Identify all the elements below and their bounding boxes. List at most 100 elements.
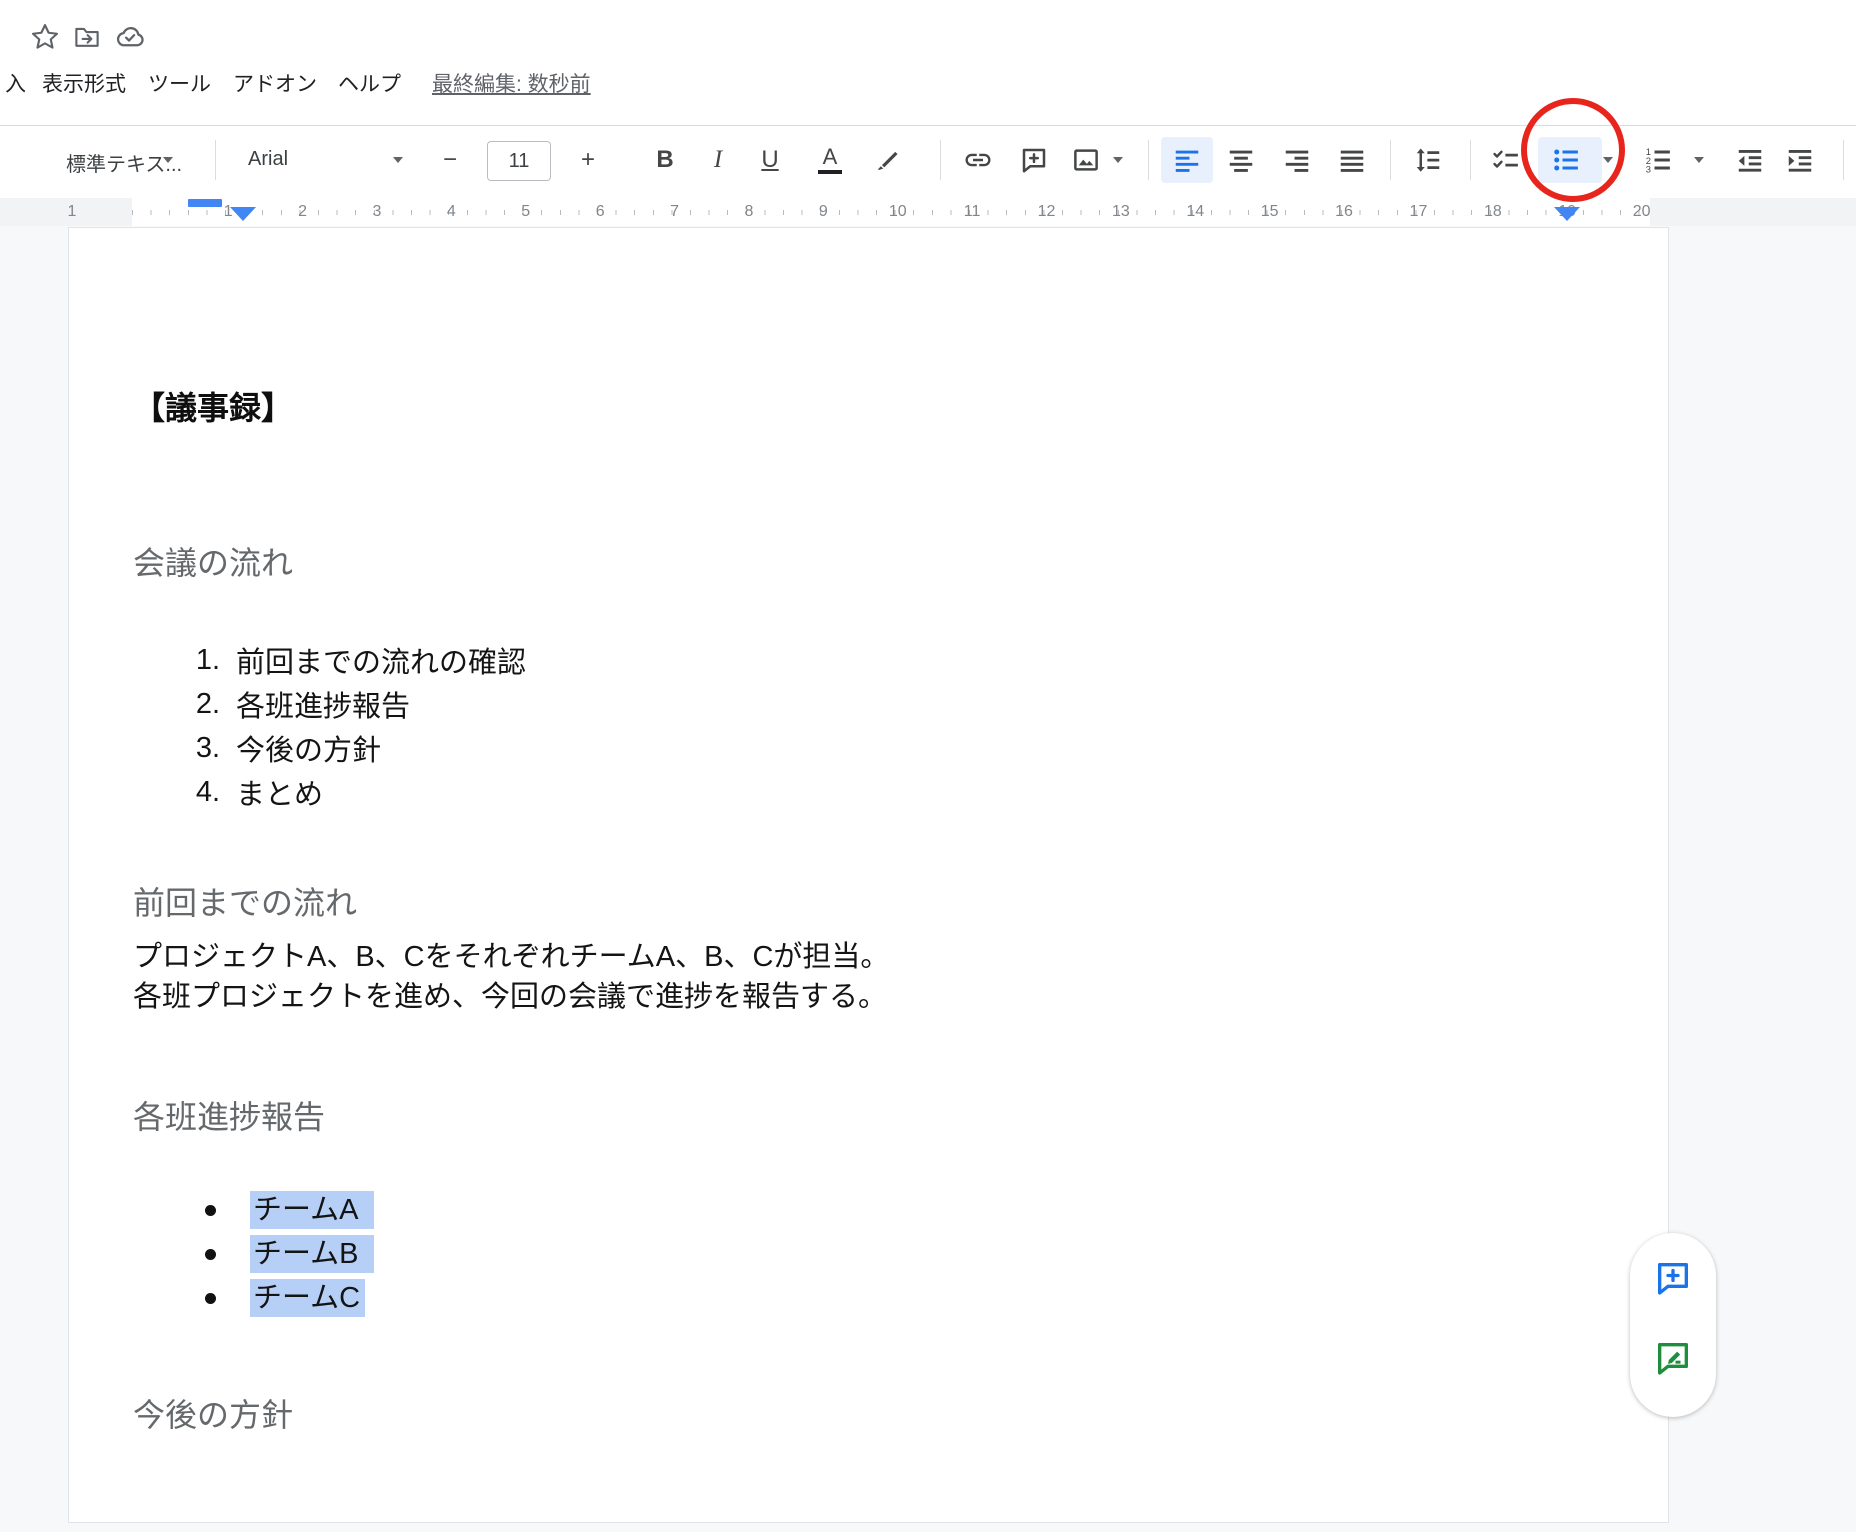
increase-font-size-button[interactable]: + xyxy=(566,138,610,182)
bold-icon: B xyxy=(656,146,673,174)
toolbar-separator xyxy=(1470,140,1471,180)
selected-list-item-text[interactable]: チームA xyxy=(250,1191,374,1229)
cloud-saved-icon xyxy=(113,19,147,53)
numbered-list-button[interactable]: 1 2 3 xyxy=(1636,138,1680,182)
highlight-color-button[interactable] xyxy=(866,138,910,182)
font-size-input[interactable]: 11 xyxy=(487,141,551,181)
floating-action-pill xyxy=(1630,1233,1716,1417)
underline-button[interactable]: U xyxy=(748,138,792,182)
outdent-icon xyxy=(1735,145,1765,175)
bulleted-list-button[interactable] xyxy=(1544,138,1588,182)
checklist-icon xyxy=(1491,145,1521,175)
menu-item-help[interactable]: ヘルプ xyxy=(338,68,401,98)
bulleted-list-chevron-icon[interactable] xyxy=(1603,157,1613,163)
list-item-text[interactable]: 今後の方針 xyxy=(236,727,381,769)
menu-item-format[interactable]: 表示形式 xyxy=(42,68,126,98)
heading-future-policy[interactable]: 今後の方針 xyxy=(133,1390,293,1436)
ruler-numbers: 1234567891011121314151617181920 xyxy=(191,198,1679,226)
heading-previous-flow[interactable]: 前回までの流れ xyxy=(133,878,357,924)
add-comment-button[interactable] xyxy=(1012,138,1056,182)
toolbar-divider xyxy=(0,125,1856,126)
align-right-button[interactable] xyxy=(1275,138,1319,182)
bulleted-list-item[interactable]: チームA xyxy=(205,1188,374,1232)
selected-list-item-text[interactable]: チームC xyxy=(250,1279,365,1317)
ruler-number: 11 xyxy=(935,198,1009,226)
document-title-text[interactable]: 【議事録】 xyxy=(133,383,293,429)
selected-list-item-text[interactable]: チームB xyxy=(250,1235,374,1273)
heading-meeting-flow[interactable]: 会議の流れ xyxy=(133,538,293,584)
link-icon xyxy=(963,145,993,175)
ordered-list-item[interactable]: 3. 今後の方針 xyxy=(180,726,381,770)
list-item-text[interactable]: 各班進捗報告 xyxy=(236,683,410,725)
ruler-number-outside: 1 xyxy=(62,198,82,226)
left-indent-marker[interactable] xyxy=(230,207,256,221)
line-spacing-button[interactable] xyxy=(1406,138,1450,182)
bullet-dot xyxy=(205,1249,216,1260)
align-left-button[interactable] xyxy=(1165,138,1209,182)
suggest-edit-green-icon xyxy=(1653,1338,1693,1378)
checklist-button[interactable] xyxy=(1484,138,1528,182)
heading-team-progress[interactable]: 各班進捗報告 xyxy=(133,1092,325,1138)
toolbar-separator xyxy=(215,140,216,180)
chevron-down-icon[interactable] xyxy=(163,157,173,163)
insert-link-button[interactable] xyxy=(956,138,1000,182)
ruler-number: 7 xyxy=(637,198,711,226)
list-item-text[interactable]: まとめ xyxy=(236,771,323,813)
image-options-chevron-icon[interactable] xyxy=(1113,157,1123,163)
menu-item-insert-partial[interactable]: 入 xyxy=(5,68,26,98)
bulleted-list-item[interactable]: チームC xyxy=(205,1276,365,1320)
ruler-number: 16 xyxy=(1307,198,1381,226)
align-center-icon xyxy=(1226,145,1256,175)
add-comment-float-button[interactable] xyxy=(1653,1258,1693,1298)
justify-button[interactable] xyxy=(1330,138,1374,182)
comment-add-blue-icon xyxy=(1653,1258,1693,1298)
ruler-number: 17 xyxy=(1381,198,1455,226)
first-line-indent-marker[interactable] xyxy=(188,199,222,207)
document-page[interactable] xyxy=(68,227,1669,1523)
body-paragraph-line[interactable]: 各班プロジェクトを進め、今回の会議で進捗を報告する。 xyxy=(133,973,887,1015)
bold-button[interactable]: B xyxy=(643,138,687,182)
font-selector[interactable]: Arial xyxy=(248,148,288,171)
right-indent-marker[interactable] xyxy=(1554,207,1580,221)
list-item-number: 4. xyxy=(180,776,220,809)
bulleted-list-item[interactable]: チームB xyxy=(205,1232,374,1276)
comment-add-icon xyxy=(1019,145,1049,175)
ruler-number: 13 xyxy=(1084,198,1158,226)
insert-image-button[interactable] xyxy=(1064,138,1108,182)
list-item-number: 2. xyxy=(180,688,220,721)
ordered-list-item[interactable]: 4. まとめ xyxy=(180,770,323,814)
ordered-list-item[interactable]: 1. 前回までの流れの確認 xyxy=(180,638,526,682)
list-item-text[interactable]: 前回までの流れの確認 xyxy=(236,639,526,681)
ruler-number: 5 xyxy=(489,198,563,226)
italic-button[interactable]: I xyxy=(696,138,740,182)
bulleted-list-icon xyxy=(1551,145,1581,175)
increase-indent-button[interactable] xyxy=(1778,138,1822,182)
underline-icon: U xyxy=(761,146,778,174)
google-docs-window: 入 表示形式 ツール アドオン ヘルプ 最終編集: 数秒前 標準テキス... A… xyxy=(0,0,1856,1532)
menu-item-addons[interactable]: アドオン xyxy=(233,68,317,98)
align-center-button[interactable] xyxy=(1219,138,1263,182)
body-paragraph-line[interactable]: プロジェクトA、B、CをそれぞれチームA、B、Cが担当。 xyxy=(133,933,889,975)
ruler-number: 6 xyxy=(563,198,637,226)
move-folder-icon[interactable] xyxy=(70,20,104,54)
list-item-number: 1. xyxy=(180,644,220,677)
suggest-edits-button[interactable] xyxy=(1653,1338,1693,1378)
decrease-indent-button[interactable] xyxy=(1728,138,1772,182)
ordered-list-item[interactable]: 2. 各班進捗報告 xyxy=(180,682,410,726)
chevron-down-icon[interactable] xyxy=(393,157,403,163)
star-icon[interactable] xyxy=(28,20,62,54)
line-spacing-icon xyxy=(1413,145,1443,175)
ruler-number: 2 xyxy=(265,198,339,226)
decrease-font-size-button[interactable]: − xyxy=(428,138,472,182)
text-color-button[interactable]: A xyxy=(808,138,852,182)
menu-item-tools[interactable]: ツール xyxy=(148,68,211,98)
justify-icon xyxy=(1337,145,1367,175)
numbered-list-icon: 1 2 3 xyxy=(1643,145,1673,175)
ruler-number: 4 xyxy=(414,198,488,226)
numbered-list-chevron-icon[interactable] xyxy=(1694,157,1704,163)
last-edited-link[interactable]: 最終編集: 数秒前 xyxy=(432,68,591,98)
ruler-number: 10 xyxy=(861,198,935,226)
align-right-icon xyxy=(1282,145,1312,175)
minus-icon: − xyxy=(443,146,457,174)
ruler-number: 3 xyxy=(340,198,414,226)
